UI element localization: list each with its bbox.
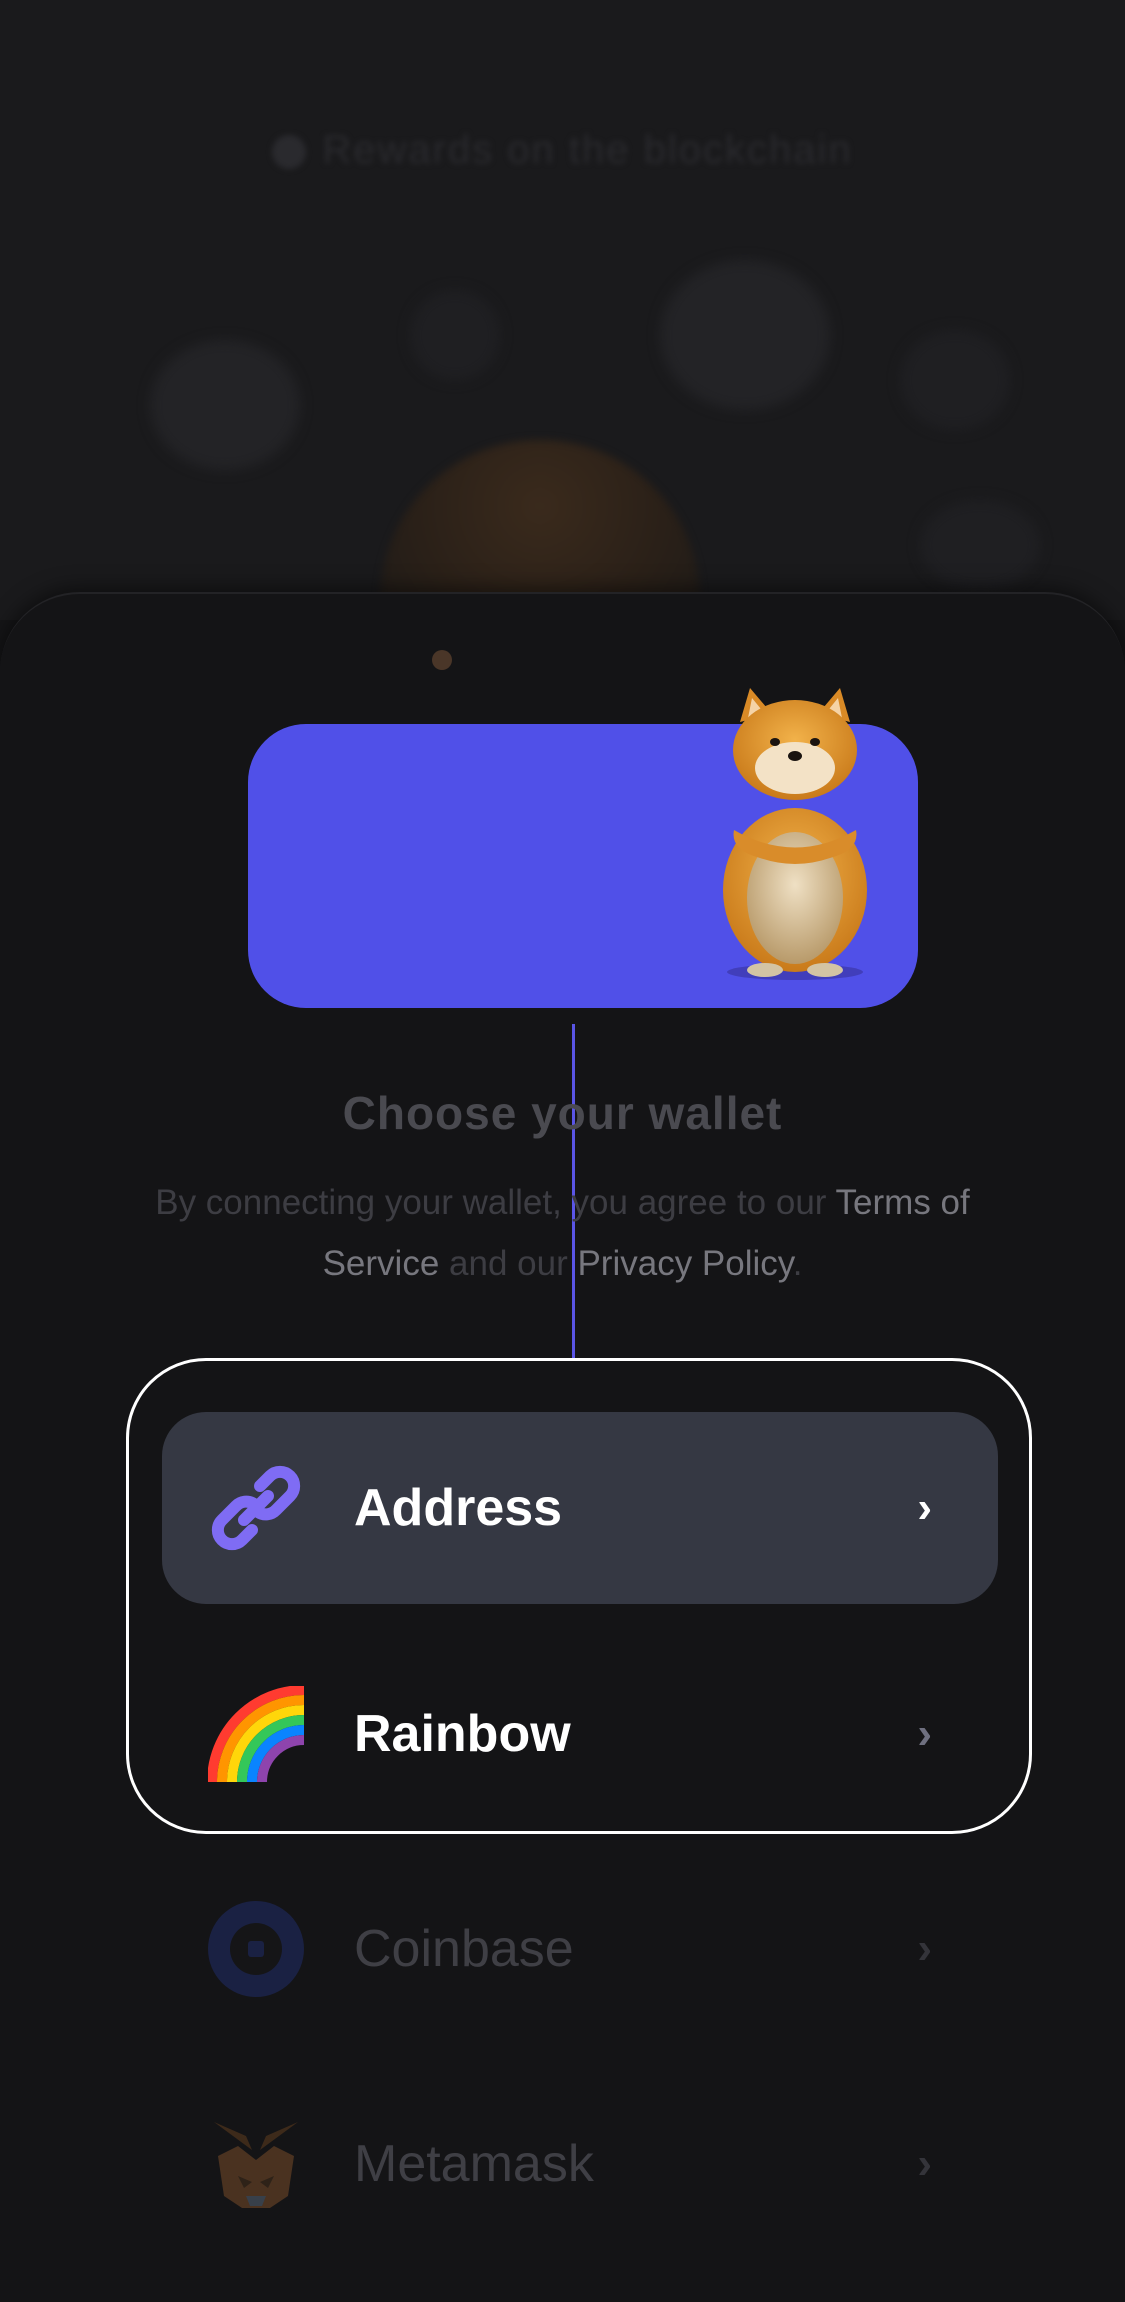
wallet-label: Metamask (354, 2135, 594, 2193)
rainbow-icon (208, 1686, 304, 1782)
coinbase-icon (208, 1901, 304, 1997)
background-title-row: Rewards on the blockchain (0, 128, 1125, 173)
link-icon (211, 1465, 301, 1551)
sheet-grabber[interactable] (432, 650, 452, 670)
wallet-label: Rainbow (354, 1705, 571, 1763)
logo-icon (272, 135, 307, 170)
background-decoration (410, 290, 500, 380)
chevron-right-icon: › (917, 1709, 932, 1758)
wallet-option-metamask[interactable]: Metamask › (162, 2068, 998, 2260)
metamask-fox-icon (214, 2122, 298, 2208)
sheet-title: Choose your wallet (342, 1087, 783, 1139)
background-app: Rewards on the blockchain (0, 0, 1125, 620)
wallet-label: Coinbase (354, 1920, 574, 1978)
privacy-policy-link[interactable]: Privacy Policy (577, 1244, 792, 1283)
background-decoration (150, 340, 300, 470)
wallet-label: Address (354, 1479, 563, 1537)
wallet-option-coinbase[interactable]: Coinbase › (162, 1853, 998, 2045)
background-decoration (660, 260, 830, 410)
background-title: Rewards on the blockchain (322, 128, 853, 172)
background-decoration (900, 330, 1010, 430)
chevron-right-icon: › (917, 2139, 932, 2188)
chevron-right-icon: › (917, 1924, 932, 1973)
terms-text: By connecting your wallet, you agree to … (155, 1183, 970, 1283)
doge-mascot-image (723, 688, 867, 980)
background-decoration (920, 500, 1040, 590)
wallet-option-rainbow[interactable]: Rainbow › (162, 1638, 998, 1830)
chevron-right-icon: › (917, 1483, 932, 1532)
wallet-option-address[interactable]: Address › (162, 1412, 998, 1604)
